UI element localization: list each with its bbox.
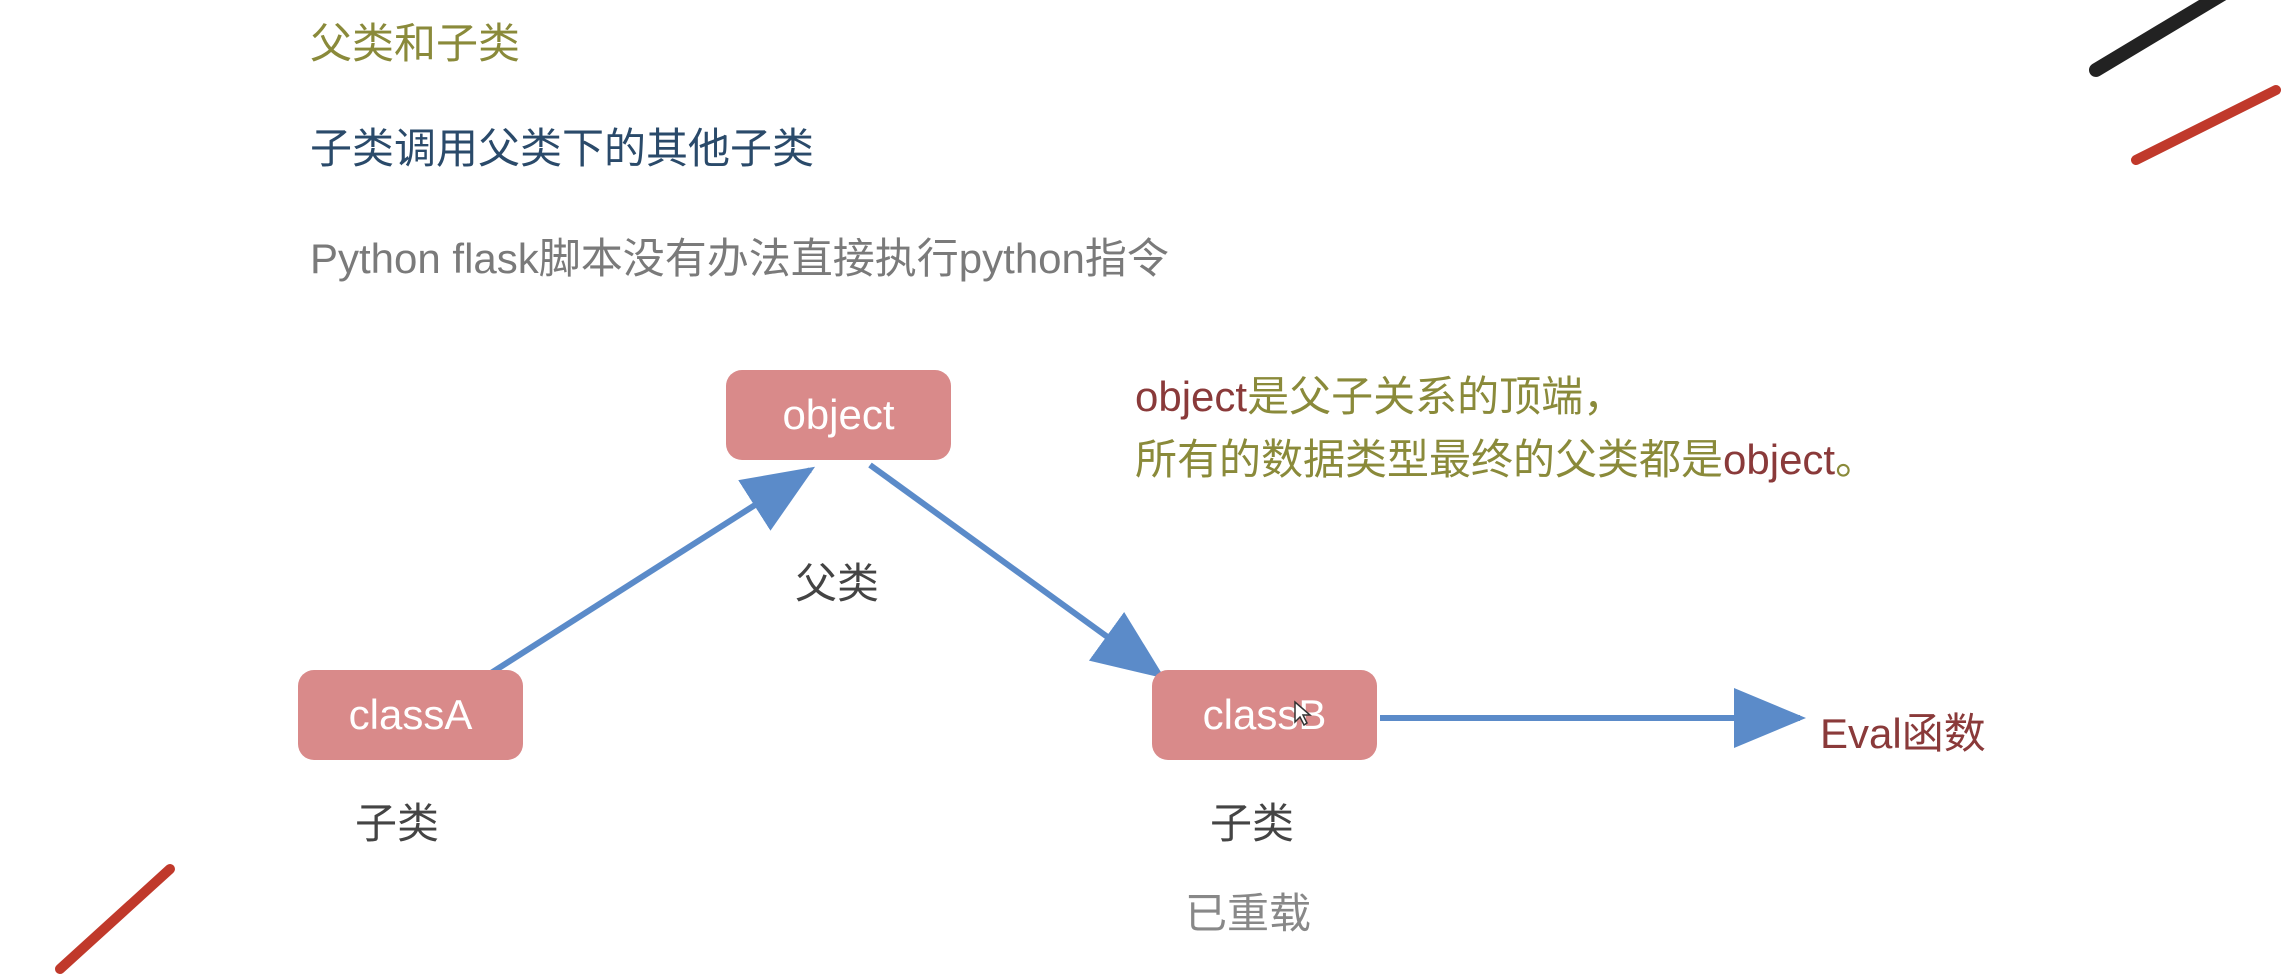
- label-child-a: 子类: [355, 790, 439, 851]
- slide-subtitle: 子类调用父类下的其他子类: [310, 115, 814, 176]
- desc-object-word-1: object: [1135, 373, 1247, 420]
- desc-line1-rest: 是父子关系的顶端，: [1247, 373, 1625, 420]
- node-classA: classA: [298, 670, 523, 760]
- slide-title: 父类和子类: [310, 10, 520, 71]
- cursor-icon: [1293, 700, 1313, 733]
- decoration-stroke-red-tr: [2116, 80, 2286, 180]
- decoration-stroke-black: [2066, 0, 2286, 80]
- node-classB: classB: [1152, 670, 1377, 760]
- label-child-b: 子类: [1210, 790, 1294, 851]
- node-object: object: [726, 370, 951, 460]
- label-eval-function: Eval函数: [1820, 700, 1986, 761]
- label-reloaded: 已重载: [1185, 880, 1311, 941]
- desc-object-word-2: object: [1723, 436, 1835, 483]
- label-parent: 父类: [795, 550, 879, 611]
- slide-note: Python flask脚本没有办法直接执行python指令: [310, 225, 1169, 286]
- description-text: object是父子关系的顶端， 所有的数据类型最终的父类都是object。: [1135, 365, 1877, 491]
- desc-line2-pre: 所有的数据类型最终的父类都是: [1135, 436, 1723, 483]
- desc-line2-post: 。: [1835, 436, 1877, 483]
- decoration-stroke-red-bl: [50, 859, 190, 979]
